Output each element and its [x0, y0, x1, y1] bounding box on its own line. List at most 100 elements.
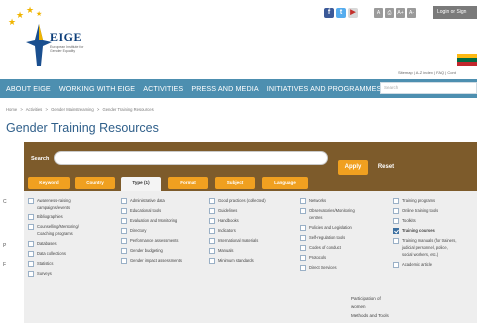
type-column: Good practices (collected) Guidelines Ha… [209, 198, 299, 308]
checkbox[interactable] [209, 258, 215, 264]
breadcrumb-home[interactable]: Home [6, 107, 17, 112]
checkbox[interactable] [209, 248, 215, 254]
checkbox-label: Minimum standards [218, 258, 254, 263]
site-search-input[interactable]: Search [380, 82, 477, 94]
checkbox-label: Networks [309, 198, 327, 203]
font-increase-icon[interactable]: A+ [396, 8, 405, 18]
text-size-icon[interactable]: A [374, 8, 383, 18]
page-title: Gender Training Resources [6, 121, 159, 135]
checkbox-label: Academic article [402, 262, 433, 267]
filter-panel: Search Apply Reset Keyword Country Type … [24, 142, 477, 323]
search-label: Search [31, 156, 50, 162]
checkbox[interactable] [300, 265, 306, 271]
checkbox[interactable] [121, 218, 127, 224]
checkbox-label: Guidelines [218, 208, 238, 213]
checkbox[interactable] [28, 271, 34, 277]
sidebar-link[interactable]: Participation of [351, 296, 381, 301]
breadcrumb-current: Gender Training Resources [102, 107, 154, 112]
checkbox[interactable] [209, 208, 215, 214]
site-header: ★ ★ ★ ★ EIGE European Institute for Gend… [0, 0, 477, 78]
checkbox[interactable] [300, 255, 306, 261]
checkbox-label: International materials [218, 238, 259, 243]
checkbox[interactable] [121, 198, 127, 204]
login-button[interactable]: Login or Sign [433, 6, 477, 19]
checkbox[interactable] [121, 238, 127, 244]
checkbox[interactable] [300, 225, 306, 231]
checkbox[interactable] [300, 208, 306, 214]
facebook-icon[interactable]: f [324, 8, 334, 18]
tab-type[interactable]: Type (1) [121, 177, 161, 191]
tab-keyword[interactable]: Keyword [28, 177, 70, 189]
youtube-icon[interactable]: ▶ [348, 8, 358, 18]
print-icon[interactable]: ⎙ [385, 8, 394, 18]
logo-star-icon: ★ [16, 10, 25, 20]
sidebar-link[interactable]: women [351, 304, 366, 309]
checkbox[interactable] [121, 228, 127, 234]
checkbox[interactable] [121, 258, 127, 264]
logo-star-icon: ★ [26, 5, 35, 15]
type-column: Training programs Online training tools … [393, 198, 477, 308]
reset-button[interactable]: Reset [372, 160, 400, 175]
checkbox[interactable] [393, 262, 399, 268]
tab-country[interactable]: Country [75, 177, 115, 189]
nav-item-initiatives[interactable]: INITIATIVES AND PROGRAMMES [267, 84, 382, 93]
checkbox-label: centres [309, 215, 323, 220]
checkbox-label: Observatories/Monitoring [309, 208, 355, 213]
checkbox-label: Statistics [37, 261, 54, 266]
checkbox[interactable] [209, 218, 215, 224]
checkbox[interactable] [28, 198, 34, 204]
checkbox[interactable] [121, 208, 127, 214]
checkbox-label: Direct Services [309, 265, 337, 270]
checkbox-label: Training programs [402, 198, 436, 203]
font-decrease-icon[interactable]: A- [407, 8, 416, 18]
social-links: f t ▶ [324, 8, 358, 18]
checkbox[interactable] [209, 198, 215, 204]
checkbox-checked[interactable] [393, 228, 399, 234]
checkbox[interactable] [393, 218, 399, 224]
apply-button[interactable]: Apply [338, 160, 368, 175]
checkbox-label: Online training tools [402, 208, 439, 213]
checkbox-label: Coaching programs [37, 231, 73, 236]
nav-item-working[interactable]: WORKING WITH EIGE [59, 84, 135, 93]
resource-search-input[interactable] [54, 151, 328, 165]
side-letter: C [3, 199, 7, 205]
twitter-icon[interactable]: t [336, 8, 346, 18]
checkbox[interactable] [300, 245, 306, 251]
logo-star-icon: ★ [36, 11, 43, 18]
checkbox[interactable] [28, 261, 34, 267]
language-flag-icon[interactable] [457, 54, 477, 66]
checkbox[interactable] [28, 224, 34, 230]
sidebar-link[interactable]: Methods and Tools [351, 313, 389, 318]
checkbox[interactable] [393, 238, 399, 244]
checkbox[interactable] [300, 235, 306, 241]
nav-item-about[interactable]: ABOUT EIGE [6, 84, 51, 93]
tab-subject[interactable]: Subject [215, 177, 255, 189]
tab-language[interactable]: Language [262, 177, 308, 189]
checkbox[interactable] [28, 241, 34, 247]
checkbox-label: Gender budgeting [130, 248, 163, 253]
checkbox[interactable] [121, 248, 127, 254]
checkbox[interactable] [28, 251, 34, 257]
checkbox[interactable] [209, 238, 215, 244]
main-navigation: ABOUT EIGE WORKING WITH EIGE ACTIVITIES … [0, 79, 477, 98]
checkbox-label: Protocols [309, 255, 327, 260]
type-column: Networks Observatories/Monitoring centre… [300, 198, 390, 308]
checkbox[interactable] [393, 208, 399, 214]
checkbox[interactable] [209, 228, 215, 234]
checkbox[interactable] [300, 198, 306, 204]
top-utility-links[interactable]: Sitemap | A-Z index | FAQ | Cont [398, 70, 456, 75]
tab-format[interactable]: Format [168, 177, 208, 189]
breadcrumb-gender-mainstreaming[interactable]: Gender Mainstreaming [51, 107, 94, 112]
logo-emblem-icon [26, 24, 52, 66]
nav-item-activities[interactable]: ACTIVITIES [143, 84, 183, 93]
breadcrumb-separator: > [20, 107, 23, 112]
breadcrumb-activities[interactable]: Activities [26, 107, 43, 112]
checkbox[interactable] [393, 198, 399, 204]
checkbox-label: Handbooks [218, 218, 239, 223]
checkbox[interactable] [28, 214, 34, 220]
logo-star-icon: ★ [8, 17, 17, 27]
nav-item-press[interactable]: PRESS AND MEDIA [191, 84, 258, 93]
checkbox-label: Indicators [218, 228, 236, 233]
eige-logo[interactable]: ★ ★ ★ ★ EIGE European Institute for Gend… [6, 4, 96, 72]
logo-text: EIGE [50, 30, 83, 44]
